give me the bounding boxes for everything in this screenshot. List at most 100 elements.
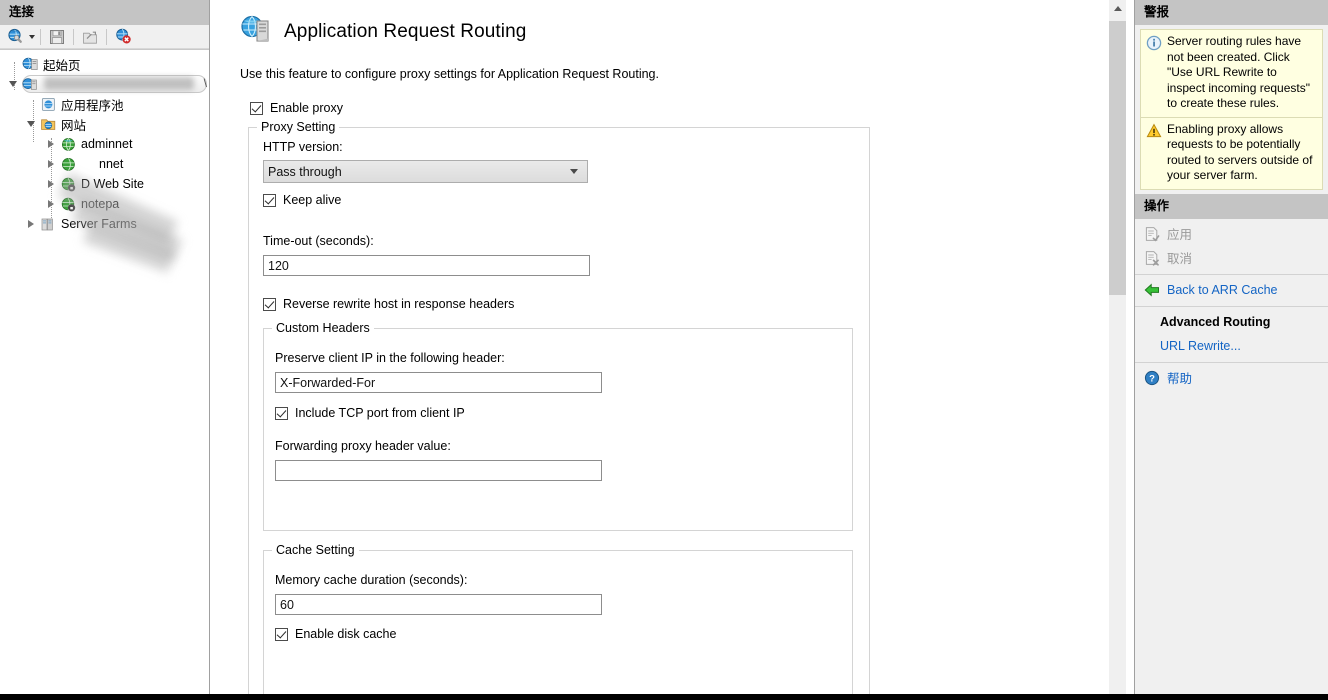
tree-item-label: 起始页 (43, 58, 81, 73)
preserve-client-ip-input[interactable]: X-Forwarded-For (275, 372, 602, 393)
timeout-input[interactable]: 120 (263, 255, 590, 276)
enable-disk-cache-label: Enable disk cache (295, 627, 397, 641)
tree-item-app-pools[interactable]: 应用程序池 (0, 94, 209, 114)
chevron-down-icon (570, 169, 578, 174)
include-tcp-port-checkbox-row[interactable]: Include TCP port from client IP (275, 406, 852, 420)
iis-manager-window: 连接 起始页 \ 应用程序池 网站 adminnet nnet D Web Si… (0, 0, 1328, 700)
tree-twisty-collapsed[interactable] (42, 154, 60, 174)
connections-tree[interactable]: 起始页 \ 应用程序池 网站 adminnet nnet D Web Site (0, 49, 209, 700)
memory-cache-duration-label: Memory cache duration (seconds): (275, 573, 468, 587)
scrollbar-thumb[interactable] (1109, 21, 1126, 295)
action-apply[interactable]: 应用 (1135, 222, 1328, 246)
info-icon (1146, 35, 1162, 51)
http-version-label: HTTP version: (263, 140, 343, 154)
actions-group-3: Advanced Routing URL Rewrite... (1135, 307, 1328, 363)
include-tcp-port-checkbox[interactable] (275, 407, 288, 420)
alerts-header: 警报 (1135, 0, 1328, 25)
export-icon[interactable] (79, 27, 101, 47)
action-help[interactable]: ? 帮助 (1135, 366, 1328, 390)
tree-item-sites[interactable]: 网站 (0, 114, 209, 134)
reverse-rewrite-checkbox-row[interactable]: Reverse rewrite host in response headers (263, 297, 869, 311)
disconnect-icon[interactable] (112, 27, 134, 47)
cache-setting-groupbox: Cache Setting Memory cache duration (sec… (263, 543, 853, 700)
alert-item: Server routing rules have not been creat… (1140, 29, 1323, 118)
sites-folder-icon (40, 116, 57, 133)
page-title: Application Request Routing (284, 20, 527, 42)
tree-item-site-2[interactable]: nnet (0, 154, 209, 174)
alert-text: Enabling proxy allows requests to be pot… (1167, 121, 1313, 183)
enable-proxy-label: Enable proxy (270, 101, 343, 115)
site-icon (60, 136, 77, 153)
action-label: 应用 (1167, 228, 1193, 242)
alert-text: Server routing rules have not been creat… (1167, 34, 1310, 110)
tree-twisty-collapsed[interactable] (42, 194, 60, 214)
action-cancel[interactable]: 取消 (1135, 246, 1328, 270)
server-icon (22, 76, 39, 93)
connections-pane: 连接 起始页 \ 应用程序池 网站 adminnet nnet D Web Si… (0, 0, 210, 700)
keep-alive-label: Keep alive (283, 193, 342, 207)
enable-disk-cache-checkbox[interactable] (275, 628, 288, 641)
tree-twisty-collapsed[interactable] (22, 214, 40, 234)
app-pools-icon (40, 96, 57, 113)
action-advanced-routing-heading: Advanced Routing (1135, 310, 1328, 334)
memory-cache-duration-input[interactable]: 60 (275, 594, 602, 615)
scroll-up-button[interactable] (1109, 0, 1126, 17)
save-icon[interactable] (46, 27, 68, 47)
custom-headers-legend: Custom Headers (272, 321, 374, 335)
tree-twisty-collapsed[interactable] (42, 134, 60, 154)
forwarding-proxy-header-input[interactable] (275, 460, 602, 481)
back-arrow-icon (1144, 282, 1160, 298)
tree-item-label: 应用程序池 (61, 98, 124, 113)
warning-icon (1146, 123, 1162, 139)
window-bottom-edge (0, 694, 1328, 700)
connect-dropdown-arrow[interactable] (29, 34, 35, 39)
actions-header: 操作 (1135, 193, 1328, 219)
arr-settings-form: Application Request Routing Use this fea… (210, 0, 1108, 700)
connections-header: 连接 (0, 0, 209, 25)
tree-twisty-expanded[interactable] (4, 74, 22, 94)
connect-icon[interactable] (4, 27, 26, 47)
cache-setting-legend: Cache Setting (272, 543, 359, 557)
http-version-value: Pass through (268, 164, 342, 179)
keep-alive-checkbox[interactable] (263, 194, 276, 207)
feature-pane: Application Request Routing Use this fea… (210, 0, 1135, 700)
custom-headers-groupbox: Custom Headers Preserve client IP in the… (263, 321, 853, 531)
reverse-rewrite-checkbox[interactable] (263, 298, 276, 311)
proxy-setting-legend: Proxy Setting (257, 120, 340, 134)
http-version-select[interactable]: Pass through (263, 160, 588, 183)
action-label: 取消 (1167, 252, 1193, 266)
tree-twisty-expanded[interactable] (22, 114, 40, 134)
preserve-client-ip-label: Preserve client IP in the following head… (275, 351, 505, 365)
apply-icon (1144, 226, 1160, 242)
help-icon: ? (1144, 370, 1160, 386)
tree-item-server[interactable]: \ (0, 74, 209, 94)
timeout-label: Time-out (seconds): (263, 234, 374, 248)
reverse-rewrite-label: Reverse rewrite host in response headers (283, 297, 515, 311)
tree-item-start-page[interactable]: 起始页 (0, 54, 209, 74)
page-description: Use this feature to configure proxy sett… (240, 67, 659, 81)
actions-group-2: Back to ARR Cache (1135, 275, 1328, 307)
tree-item-label: 网站 (61, 118, 87, 133)
action-label: Back to ARR Cache (1167, 282, 1278, 297)
enable-proxy-checkbox-row[interactable]: Enable proxy (250, 101, 1108, 115)
server-farms-icon (40, 216, 57, 233)
page-title-row: Application Request Routing (240, 14, 1108, 49)
action-back-to-arr-cache[interactable]: Back to ARR Cache (1135, 278, 1328, 302)
content-scrollbar[interactable] (1108, 0, 1126, 700)
forwarding-proxy-header-label: Forwarding proxy header value: (275, 439, 451, 453)
actions-group-4: ? 帮助 (1135, 363, 1328, 394)
tree-item-label: nnet (99, 157, 124, 171)
cancel-icon (1144, 250, 1160, 266)
tree-twisty-collapsed[interactable] (42, 174, 60, 194)
alert-item: Enabling proxy allows requests to be pot… (1140, 116, 1323, 190)
enable-proxy-checkbox[interactable] (250, 102, 263, 115)
start-page-icon (22, 56, 39, 73)
enable-disk-cache-checkbox-row[interactable]: Enable disk cache (275, 627, 852, 641)
site-icon (60, 156, 77, 173)
include-tcp-port-label: Include TCP port from client IP (295, 406, 465, 420)
keep-alive-checkbox-row[interactable]: Keep alive (263, 193, 869, 207)
connections-toolbar (0, 25, 209, 49)
application-request-routing-icon (240, 14, 272, 49)
tree-item-adminnet[interactable]: adminnet (0, 134, 209, 154)
action-url-rewrite[interactable]: URL Rewrite... (1135, 334, 1328, 358)
